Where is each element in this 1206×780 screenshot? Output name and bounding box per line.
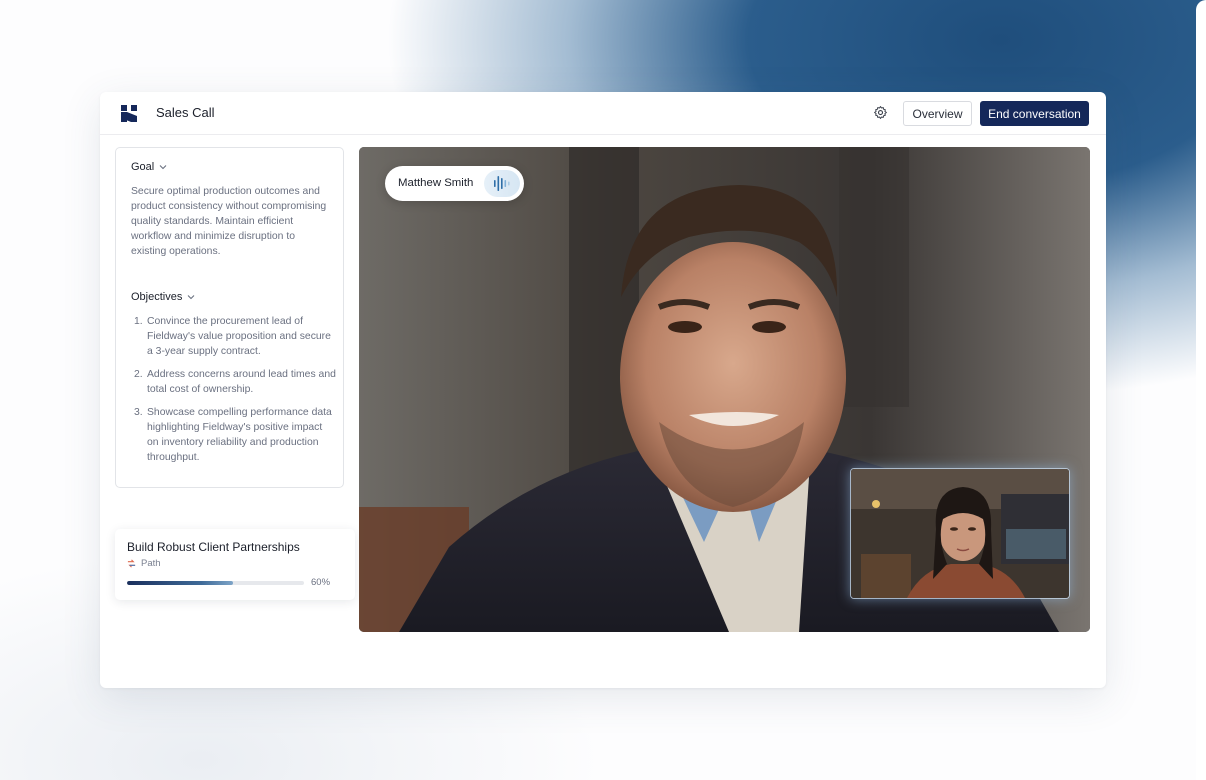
top-bar: Sales Call Overview End conversation bbox=[100, 92, 1106, 135]
path-icon bbox=[127, 559, 136, 568]
brand-logo-icon bbox=[121, 105, 137, 122]
goal-heading: Goal bbox=[131, 161, 155, 173]
list-item: 2. Address concerns around lead times and… bbox=[134, 369, 336, 395]
path-title: Build Robust Client Partnerships bbox=[127, 540, 300, 554]
speaker-name-pill: Matthew Smith bbox=[385, 166, 524, 201]
objectives-heading: Objectives bbox=[131, 291, 183, 303]
path-subtitle: Path bbox=[141, 558, 161, 569]
page-title: Sales Call bbox=[156, 105, 215, 120]
goal-text: Secure optimal production outcomes and p… bbox=[131, 186, 327, 257]
progress-bar bbox=[127, 581, 304, 585]
speaker-name: Matthew Smith bbox=[398, 177, 474, 189]
path-progress-card[interactable]: Build Robust Client Partnerships Path 60… bbox=[115, 529, 355, 600]
main-video[interactable]: Matthew Smith bbox=[359, 147, 1090, 632]
self-view-frame bbox=[851, 469, 1069, 598]
audio-wave-icon bbox=[494, 176, 510, 191]
self-view-video[interactable] bbox=[850, 468, 1070, 599]
progress-percent: 60% bbox=[311, 577, 331, 588]
chevron-down-icon bbox=[187, 295, 195, 300]
end-conversation-button[interactable]: End conversation bbox=[980, 101, 1089, 126]
objectives-toggle[interactable]: Objectives bbox=[131, 291, 195, 303]
speaking-indicator bbox=[484, 170, 520, 197]
progress-bar-fill bbox=[127, 581, 234, 585]
gear-icon[interactable] bbox=[873, 105, 888, 120]
list-item: 3. Showcase compelling performance data h… bbox=[134, 407, 332, 463]
chevron-down-icon bbox=[159, 165, 167, 170]
objectives-list: 1. Convince the procurement lead of Field… bbox=[131, 314, 336, 473]
goal-objectives-card: Goal Secure optimal production outcomes … bbox=[115, 147, 344, 488]
goal-toggle[interactable]: Goal bbox=[131, 161, 167, 173]
list-item: 1. Convince the procurement lead of Field… bbox=[134, 316, 331, 357]
app-window: Sales Call Overview End conversation Goa… bbox=[100, 92, 1106, 688]
overview-button[interactable]: Overview bbox=[903, 101, 972, 126]
path-subtitle-row: Path bbox=[127, 558, 161, 569]
backdrop-corner bbox=[1196, 0, 1206, 780]
